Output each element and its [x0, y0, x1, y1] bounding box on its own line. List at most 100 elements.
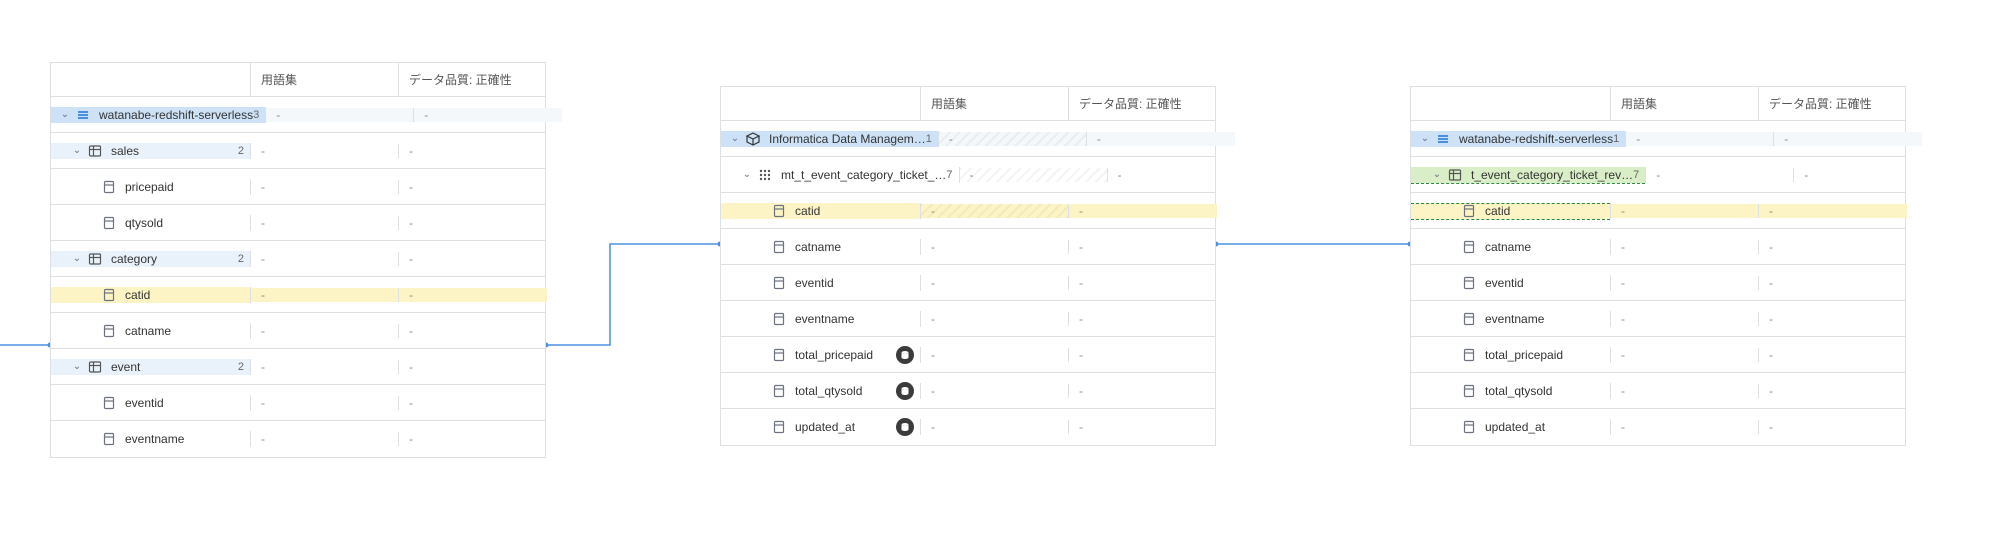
group-row-event[interactable]: ⌄event2-- [51, 349, 545, 385]
column-row-catid[interactable]: catid-- [721, 193, 1215, 229]
column-row-updated_at[interactable]: updated_at-- [1411, 409, 1905, 445]
column-row-pricepaid[interactable]: pricepaid-- [51, 169, 545, 205]
column-icon [1461, 239, 1477, 255]
column-icon [1461, 275, 1477, 291]
quality-cell: - [399, 432, 547, 446]
chevron-down-icon: ⌄ [59, 109, 71, 120]
column-row-eventname[interactable]: eventname-- [1411, 301, 1905, 337]
column-icon [1461, 383, 1477, 399]
quality-cell: - [399, 360, 547, 374]
glossary-cell: - [921, 276, 1069, 290]
column-label: catid [1485, 204, 1604, 218]
chevron-down-icon: ⌄ [71, 145, 83, 156]
group-row-category[interactable]: ⌄category2-- [51, 241, 545, 277]
root-label: Informatica Data Managem… [769, 132, 926, 146]
column-row-eventid[interactable]: eventid-- [1411, 265, 1905, 301]
column-row-total_qtysold[interactable]: total_qtysold-- [721, 373, 1215, 409]
quality-cell: - [1069, 384, 1217, 398]
quality-cell: - [1069, 276, 1217, 290]
header-spacer [51, 63, 251, 96]
glossary-cell: - [251, 324, 399, 338]
column-row-catname[interactable]: catname-- [721, 229, 1215, 265]
column-row-catid[interactable]: catid-- [1411, 193, 1905, 229]
column-row-qtysold[interactable]: qtysold-- [51, 205, 545, 241]
column-label: eventname [795, 312, 914, 326]
chevron-down-icon: ⌄ [729, 133, 741, 144]
group-label: sales [111, 144, 238, 158]
glossary-cell: - [921, 204, 1069, 218]
root-row-informatica[interactable]: ⌄ Informatica Data Managem… 1 - - [721, 121, 1215, 157]
quality-cell: - [1069, 312, 1217, 326]
quality-cell: - [1108, 168, 1256, 182]
quality-cell: - [399, 216, 547, 230]
group-label: t_event_category_ticket_rev… [1471, 168, 1633, 182]
quality-cell: - [1759, 240, 1907, 254]
column-row-total_qtysold[interactable]: total_qtysold-- [1411, 373, 1905, 409]
quality-cell: - [1759, 420, 1907, 434]
column-icon [1461, 347, 1477, 363]
root-row-redshift[interactable]: ⌄ watanabe-redshift-serverless 3 - - [51, 97, 545, 133]
panel-source-redshift: 用語集 データ品質: 正確性 ⌄ watanabe-redshift-serve… [50, 62, 546, 458]
quality-cell: - [1759, 348, 1907, 362]
table-icon [87, 359, 103, 375]
column-row-total_pricepaid[interactable]: total_pricepaid-- [721, 337, 1215, 373]
column-icon [1461, 203, 1477, 219]
group-row-target-table[interactable]: ⌄ t_event_category_ticket_rev… 7 - - [1411, 157, 1905, 193]
root-row-redshift-target[interactable]: ⌄ watanabe-redshift-serverless 1 - - [1411, 121, 1905, 157]
column-icon [101, 431, 117, 447]
column-row-catname[interactable]: catname-- [51, 313, 545, 349]
header-col-quality: データ品質: 正確性 [1069, 87, 1217, 120]
group-row-mapping-task[interactable]: ⌄ mt_t_event_category_ticket_… 7 - - [721, 157, 1215, 193]
column-row-eventname[interactable]: eventname-- [51, 421, 545, 457]
quality-cell: - [1069, 240, 1217, 254]
column-label: eventid [125, 396, 244, 410]
panel-target-redshift: 用語集 データ品質: 正確性 ⌄ watanabe-redshift-serve… [1410, 86, 1906, 446]
column-row-eventname[interactable]: eventname-- [721, 301, 1215, 337]
column-label: updated_at [1485, 420, 1604, 434]
quality-cell: - [414, 108, 562, 122]
group-count: 2 [238, 145, 244, 157]
quality-cell: - [399, 288, 547, 302]
glossary-cell: - [1611, 276, 1759, 290]
column-label: catid [795, 204, 914, 218]
column-row-eventid[interactable]: eventid-- [721, 265, 1215, 301]
group-count: 2 [238, 253, 244, 265]
column-icon [771, 311, 787, 327]
warehouse-icon [75, 107, 91, 123]
column-row-total_pricepaid[interactable]: total_pricepaid-- [1411, 337, 1905, 373]
column-row-catname[interactable]: catname-- [1411, 229, 1905, 265]
header-col-quality: データ品質: 正確性 [1759, 87, 1907, 120]
header-spacer [1411, 87, 1611, 120]
quality-cell: - [1759, 276, 1907, 290]
column-label: eventname [1485, 312, 1604, 326]
quality-cell: - [1759, 204, 1907, 218]
column-label: total_qtysold [1485, 384, 1604, 398]
quality-cell: - [399, 396, 547, 410]
quality-cell: - [399, 180, 547, 194]
group-row-sales[interactable]: ⌄sales2-- [51, 133, 545, 169]
glossary-cell: - [921, 312, 1069, 326]
header-spacer [721, 87, 921, 120]
column-icon [771, 203, 787, 219]
header-col-glossary: 用語集 [251, 63, 399, 96]
column-row-eventid[interactable]: eventid-- [51, 385, 545, 421]
column-label: qtysold [125, 216, 244, 230]
column-row-catid[interactable]: catid-- [51, 277, 545, 313]
group-count: 7 [946, 169, 952, 181]
database-badge-icon [896, 382, 914, 400]
group-label: mt_t_event_category_ticket_… [781, 168, 946, 182]
quality-cell: - [1069, 348, 1217, 362]
root-label: watanabe-redshift-serverless [1459, 132, 1613, 146]
column-icon [771, 275, 787, 291]
glossary-cell: - [1611, 420, 1759, 434]
glossary-cell: - [1611, 204, 1759, 218]
database-badge-icon [896, 418, 914, 436]
header-col-glossary: 用語集 [921, 87, 1069, 120]
column-icon [101, 395, 117, 411]
column-row-updated_at[interactable]: updated_at-- [721, 409, 1215, 445]
group-label: event [111, 360, 238, 374]
column-label: catname [795, 240, 914, 254]
column-icon [101, 323, 117, 339]
glossary-cell: - [939, 132, 1087, 146]
glossary-cell: - [1611, 348, 1759, 362]
